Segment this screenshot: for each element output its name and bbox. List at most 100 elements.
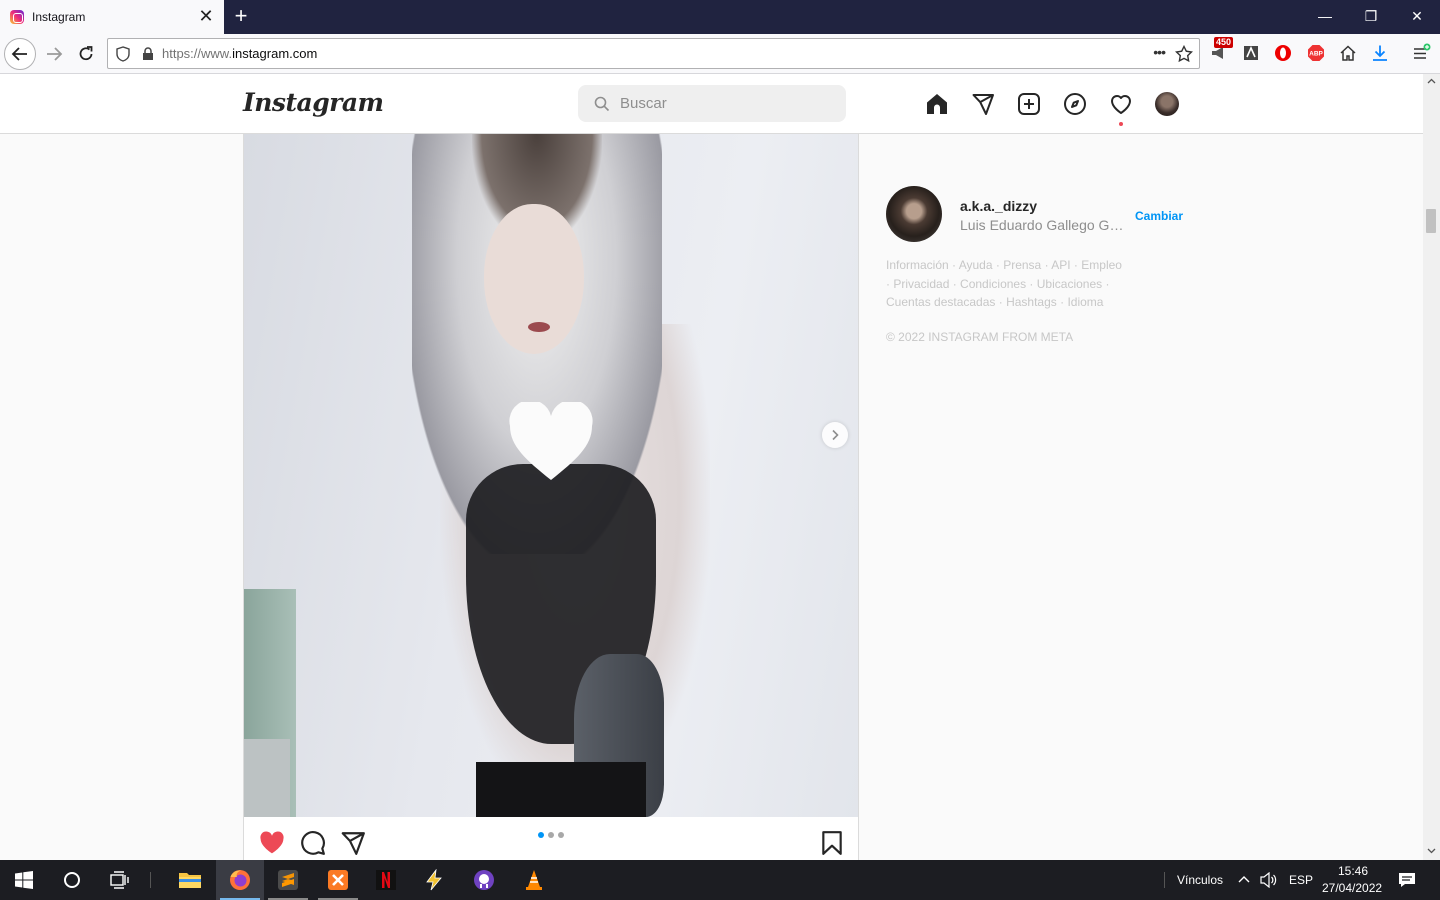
like-heart-icon[interactable] bbox=[259, 830, 285, 856]
github-desktop-button[interactable] bbox=[460, 860, 508, 900]
direct-message-icon[interactable] bbox=[971, 92, 995, 116]
url-text[interactable]: https://www.instagram.com bbox=[162, 46, 317, 61]
post-image[interactable] bbox=[244, 134, 858, 817]
task-view-icon bbox=[110, 871, 129, 889]
back-button[interactable] bbox=[4, 38, 36, 70]
cortana-search-button[interactable] bbox=[48, 860, 96, 900]
share-icon[interactable] bbox=[340, 830, 366, 856]
footer-link-help[interactable]: Ayuda bbox=[959, 258, 993, 272]
links-toolbar-label[interactable]: Vínculos bbox=[1177, 873, 1223, 887]
xampp-icon bbox=[328, 870, 348, 890]
switch-account-link[interactable]: Cambiar bbox=[1135, 209, 1183, 223]
new-post-icon[interactable] bbox=[1017, 92, 1041, 116]
cortana-circle-icon bbox=[64, 872, 80, 888]
image-chair-seat bbox=[244, 739, 290, 817]
lightning-bolt-icon bbox=[426, 869, 442, 891]
comment-icon[interactable] bbox=[300, 830, 326, 856]
forward-button[interactable] bbox=[38, 38, 70, 70]
footer-link-top-accounts[interactable]: Cuentas destacadas bbox=[886, 295, 995, 309]
new-tab-button[interactable]: + bbox=[228, 4, 254, 30]
clock-date[interactable]: 27/04/2022 bbox=[1322, 881, 1382, 895]
account-username[interactable]: a.k.a._dizzy bbox=[960, 198, 1037, 214]
chevron-right-icon bbox=[832, 429, 839, 441]
notification-center-icon[interactable] bbox=[1398, 871, 1416, 889]
instagram-favicon-icon bbox=[10, 10, 24, 24]
search-box[interactable] bbox=[578, 85, 846, 122]
footer-link-locations[interactable]: Ubicaciones bbox=[1037, 277, 1102, 291]
image-stocking bbox=[476, 762, 646, 817]
post-actions bbox=[244, 817, 858, 860]
page-scrollbar[interactable] bbox=[1423, 74, 1440, 860]
bolt-app-button[interactable] bbox=[410, 860, 458, 900]
image-lips bbox=[528, 322, 550, 332]
lock-icon[interactable] bbox=[142, 46, 154, 61]
download-icon[interactable] bbox=[1369, 42, 1391, 64]
vlc-cone-icon bbox=[526, 870, 542, 890]
tab-title: Instagram bbox=[32, 10, 86, 24]
address-bar[interactable]: https://www.instagram.com ••• bbox=[107, 38, 1200, 69]
carousel-next-button[interactable] bbox=[822, 422, 848, 448]
activity-heart-icon[interactable] bbox=[1109, 92, 1133, 116]
extension-translate-icon[interactable] bbox=[1240, 42, 1262, 64]
copyright-text: © 2022 INSTAGRAM FROM META bbox=[886, 330, 1074, 344]
shield-icon[interactable] bbox=[116, 45, 130, 62]
minimize-button[interactable]: — bbox=[1302, 0, 1348, 32]
profile-avatar[interactable] bbox=[1155, 92, 1179, 116]
browser-tab-bar: Instagram ✕ + — ❐ ✕ bbox=[0, 0, 1440, 34]
browser-navbar: https://www.instagram.com ••• 450 ABP bbox=[0, 34, 1440, 74]
account-avatar[interactable] bbox=[886, 186, 942, 242]
footer-link-hashtags[interactable]: Hashtags bbox=[1006, 295, 1057, 309]
forward-arrow-icon bbox=[47, 47, 63, 61]
carousel-dot-3 bbox=[558, 832, 564, 838]
scrollbar-thumb[interactable] bbox=[1426, 209, 1436, 233]
netflix-button[interactable] bbox=[362, 860, 410, 900]
url-prefix: https://www. bbox=[162, 46, 233, 61]
sublime-text-icon bbox=[278, 870, 298, 890]
close-window-button[interactable]: ✕ bbox=[1394, 0, 1440, 32]
vlc-button[interactable] bbox=[510, 860, 558, 900]
url-host: instagram.com bbox=[232, 46, 318, 61]
windows-start-button[interactable] bbox=[0, 860, 48, 900]
scroll-down-arrow-icon[interactable] bbox=[1427, 848, 1436, 854]
browser-tab-instagram[interactable]: Instagram ✕ bbox=[0, 0, 224, 34]
footer-link-jobs[interactable]: Empleo bbox=[1081, 258, 1122, 272]
input-language[interactable]: ESP bbox=[1289, 873, 1313, 887]
taskbar-separator bbox=[1164, 872, 1165, 888]
firefox-taskbar-button[interactable] bbox=[216, 860, 264, 900]
menu-hamburger-icon[interactable] bbox=[1410, 42, 1432, 64]
restore-button[interactable]: ❐ bbox=[1348, 0, 1394, 32]
instagram-logo[interactable]: Instagram bbox=[243, 88, 384, 117]
netflix-icon bbox=[376, 870, 396, 890]
taskbar-separator bbox=[150, 872, 151, 888]
extension-opera-icon[interactable] bbox=[1272, 42, 1294, 64]
extension-adblock-icon[interactable]: ABP bbox=[1305, 42, 1327, 64]
search-input[interactable] bbox=[620, 95, 820, 112]
file-explorer-button[interactable] bbox=[166, 860, 214, 900]
footer-link-privacy[interactable]: Privacidad bbox=[893, 277, 949, 291]
footer-link-press[interactable]: Prensa bbox=[1003, 258, 1041, 272]
scroll-up-arrow-icon[interactable] bbox=[1427, 78, 1436, 84]
folder-icon bbox=[179, 873, 201, 888]
home-icon[interactable] bbox=[1337, 42, 1359, 64]
explore-compass-icon[interactable] bbox=[1063, 92, 1087, 116]
tab-close-icon[interactable]: ✕ bbox=[194, 5, 218, 29]
instagram-header: Instagram bbox=[0, 74, 1423, 134]
volume-icon[interactable] bbox=[1260, 872, 1278, 888]
show-hidden-icons-chevron-icon[interactable] bbox=[1238, 874, 1250, 884]
clock-time[interactable]: 15:46 bbox=[1338, 864, 1368, 878]
sublime-text-button[interactable] bbox=[264, 860, 312, 900]
footer-links: Información · Ayuda · Prensa · API · Emp… bbox=[886, 258, 1122, 309]
reload-button[interactable] bbox=[70, 38, 102, 70]
bookmark-star-icon[interactable] bbox=[1175, 45, 1193, 63]
xampp-button[interactable] bbox=[314, 860, 362, 900]
footer-link-api[interactable]: API bbox=[1051, 258, 1070, 272]
footer-link-info[interactable]: Información bbox=[886, 258, 949, 272]
carousel-indicator bbox=[538, 832, 564, 838]
white-heart-sticker-icon bbox=[509, 402, 593, 480]
footer-link-terms[interactable]: Condiciones bbox=[960, 277, 1026, 291]
task-view-button[interactable] bbox=[96, 860, 144, 900]
save-bookmark-icon[interactable] bbox=[819, 830, 845, 856]
home-icon[interactable] bbox=[925, 92, 949, 116]
page-actions-icon[interactable]: ••• bbox=[1153, 44, 1166, 60]
footer-link-language[interactable]: Idioma bbox=[1067, 295, 1103, 309]
